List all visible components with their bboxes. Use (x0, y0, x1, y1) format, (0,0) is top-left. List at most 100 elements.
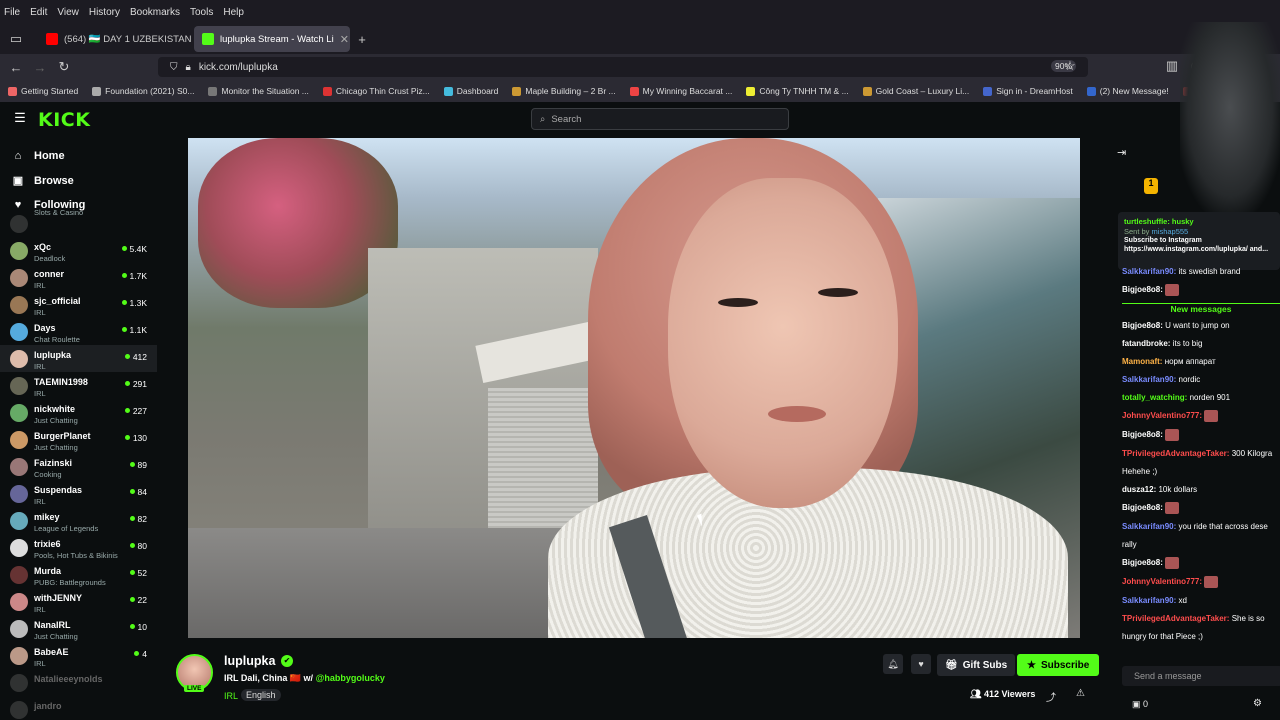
sidebar-channel[interactable]: trixie6 Pools, Hot Tubs & Bikinis 80 (0, 534, 157, 561)
nav-browse[interactable]: ▣ Browse (0, 169, 157, 194)
chat-message[interactable]: Bigjoe8o8: (1122, 557, 1280, 569)
chat-username[interactable]: Salkkarifan90: (1122, 522, 1176, 531)
kick-logo[interactable]: KICK (38, 109, 90, 131)
chat-message[interactable]: JohnnyValentino777: (1122, 410, 1280, 422)
chat-message[interactable]: totally_watching: norden 901 (1122, 392, 1280, 403)
bookmark-star-icon[interactable]: ☆ (1058, 58, 1082, 74)
hamburger-menu-icon[interactable]: ☰ (8, 110, 32, 126)
bookmark-item[interactable]: Sign in - DreamHost (983, 86, 1073, 96)
sidebar-channel[interactable]: nickwhite Just Chatting 227 (0, 399, 157, 426)
chat-message[interactable]: Salkkarifan90: its swedish brand (1122, 266, 1280, 277)
sidebar-channel[interactable]: Faizinski Cooking 89 (0, 453, 157, 480)
bookmark-item[interactable]: (2) New Message! (1086, 86, 1169, 96)
chat-username[interactable]: Bigjoe8o8: (1122, 503, 1163, 512)
video-player[interactable] (188, 138, 1080, 638)
chat-username[interactable]: Bigjoe8o8: (1122, 321, 1163, 330)
bookmark-item[interactable]: Monitor the Situation ... (208, 86, 309, 96)
chat-username[interactable]: fatandbroke: (1122, 339, 1170, 348)
follow-heart-icon[interactable]: ♥ (911, 654, 931, 674)
chat-message[interactable]: TPrivilegedAdvantageTaker: She is so (1122, 613, 1280, 624)
sidebar-channel[interactable]: sjc_official IRL 1.3K (0, 291, 157, 318)
chat-message[interactable]: TPrivilegedAdvantageTaker: 300 Kilogra (1122, 448, 1280, 459)
chat-message[interactable]: fatandbroke: its to big (1122, 338, 1280, 349)
gift-subs-button[interactable]: 🎁︎ Gift Subs (937, 654, 1016, 676)
search-input[interactable]: ⌕ Search (531, 108, 789, 130)
close-tab-icon[interactable]: ✕ (340, 33, 349, 46)
forward-icon[interactable]: → (28, 60, 52, 75)
chat-username[interactable]: TPrivilegedAdvantageTaker: (1122, 449, 1229, 458)
mention-link[interactable]: @habbygolucky (316, 673, 385, 683)
chat-username[interactable]: JohnnyValentino777: (1122, 577, 1202, 586)
chat-username[interactable]: Mamonaft: (1122, 357, 1162, 366)
menu-tools[interactable]: Tools (190, 7, 213, 18)
chat-username[interactable]: TPrivilegedAdvantageTaker: (1122, 614, 1229, 623)
chat-message[interactable]: Bigjoe8o8: (1122, 284, 1280, 296)
chat-username[interactable]: Salkkarifan90: (1122, 267, 1176, 276)
sidebar-channel[interactable]: Days Chat Roulette 1.1K (0, 318, 157, 345)
leaderboard-badge[interactable]: 1 (1144, 178, 1158, 194)
chat-username[interactable]: dusza12: (1122, 485, 1156, 494)
chat-username[interactable]: JohnnyValentino777: (1122, 411, 1202, 420)
shield-icon[interactable]: ⛉ (170, 62, 178, 73)
chat-message[interactable]: Bigjoe8o8: (1122, 429, 1280, 441)
bookmark-item[interactable]: Chicago Thin Crust Piz... (322, 86, 430, 96)
chat-message[interactable]: Salkkarifan90: you ride that across dese (1122, 521, 1280, 532)
chat-username[interactable]: Bigjoe8o8: (1122, 285, 1163, 294)
chat-message[interactable]: Salkkarifan90: nordic (1122, 374, 1280, 385)
chat-message[interactable]: rally (1122, 539, 1280, 550)
share-icon[interactable]: ⤴ (1046, 689, 1056, 704)
sidebar-channel[interactable]: Slots & Casino (0, 208, 157, 237)
nav-home[interactable]: ⌂ Home (0, 144, 157, 169)
bookmark-item[interactable]: Gold Coast – Luxury Li... (862, 86, 969, 96)
sidebar-channel[interactable]: luplupka IRL 412 (0, 344, 157, 372)
points-icon[interactable]: ▣ 0 (1132, 699, 1148, 710)
sidebar-channel[interactable]: jandro (0, 696, 157, 720)
notification-bell-icon[interactable]: 🔔︎ (883, 654, 903, 674)
chat-username[interactable]: Bigjoe8o8: (1122, 558, 1163, 567)
sidebar-channel[interactable]: NanaIRL Just Chatting 10 (0, 615, 157, 642)
bookmark-item[interactable]: Getting Started (8, 86, 78, 96)
pinned-message[interactable]: turtleshuffle: husky Sent by mishap555 S… (1118, 212, 1280, 270)
lock-icon[interactable]: 🔒︎ (186, 62, 191, 73)
chat-username[interactable]: totally_watching: (1122, 393, 1187, 402)
bookmark-item[interactable]: Maple Building – 2 Br ... (512, 86, 616, 96)
chat-username[interactable]: Salkkarifan90: (1122, 375, 1176, 384)
collapse-chat-icon[interactable]: ⇥ (1117, 146, 1126, 159)
chat-message[interactable]: Hehehe ;) (1122, 466, 1280, 477)
menu-edit[interactable]: Edit (30, 7, 47, 18)
tab-overview-icon[interactable]: ▭ (4, 31, 28, 47)
chat-settings-icon[interactable]: ⚙ (1253, 698, 1262, 709)
menu-help[interactable]: Help (223, 7, 244, 18)
sidebar-channel[interactable]: BurgerPlanet Just Chatting 130 (0, 426, 157, 453)
back-icon[interactable]: ← (4, 60, 28, 75)
chat-username[interactable]: Salkkarifan90: (1122, 596, 1176, 605)
chat-message[interactable]: JohnnyValentino777: (1122, 576, 1280, 588)
new-tab-icon[interactable]: + (350, 32, 374, 47)
menu-view[interactable]: View (57, 7, 79, 18)
streamer-name[interactable]: luplupka (224, 654, 275, 668)
chat-message[interactable]: dusza12: 10k dollars (1122, 484, 1280, 495)
sidebar-channel[interactable]: TAEMIN1998 IRL 291 (0, 372, 157, 399)
language-tag[interactable]: English (241, 689, 281, 701)
tab-youtube[interactable]: (564) 🇺🇿 DAY 1 UZBEKISTAN ✕ (38, 26, 194, 52)
sidebar-channel[interactable]: BabeAE IRL 4 (0, 642, 157, 669)
chat-input[interactable]: Send a message (1122, 666, 1280, 686)
report-icon[interactable]: ⚠ (1076, 688, 1085, 699)
chat-username[interactable]: Bigjoe8o8: (1122, 430, 1163, 439)
sidebar-channel[interactable]: xQc Deadlock 5.4K (0, 237, 157, 264)
chat-message[interactable]: Bigjoe8o8: (1122, 502, 1280, 514)
sidebar-channel[interactable]: conner IRL 1.7K (0, 264, 157, 291)
chat-message[interactable]: Bigjoe8o8: U want to jump on (1122, 320, 1280, 331)
bookmark-item[interactable]: Dashboard (443, 86, 498, 96)
menu-file[interactable]: File (4, 7, 20, 18)
bookmark-item[interactable]: Công Ty TNHH TM & ... (746, 86, 849, 96)
tab-kick[interactable]: luplupka Stream - Watch Li ✕ (194, 26, 350, 52)
bookmark-item[interactable]: Foundation (2021) S0... (92, 86, 194, 96)
category-link[interactable]: IRL (224, 691, 238, 701)
reload-icon[interactable]: ↻ (52, 59, 76, 75)
url-text[interactable]: kick.com/luplupka (199, 62, 278, 73)
sidebar-channel[interactable]: Natalieeeynolds (0, 669, 157, 696)
sidebar-channel[interactable]: withJENNY IRL 22 (0, 588, 157, 615)
chat-message[interactable]: Mamonaft: норм аппарат (1122, 356, 1280, 367)
chat-message[interactable]: hungry for that Piece ;) (1122, 631, 1280, 642)
